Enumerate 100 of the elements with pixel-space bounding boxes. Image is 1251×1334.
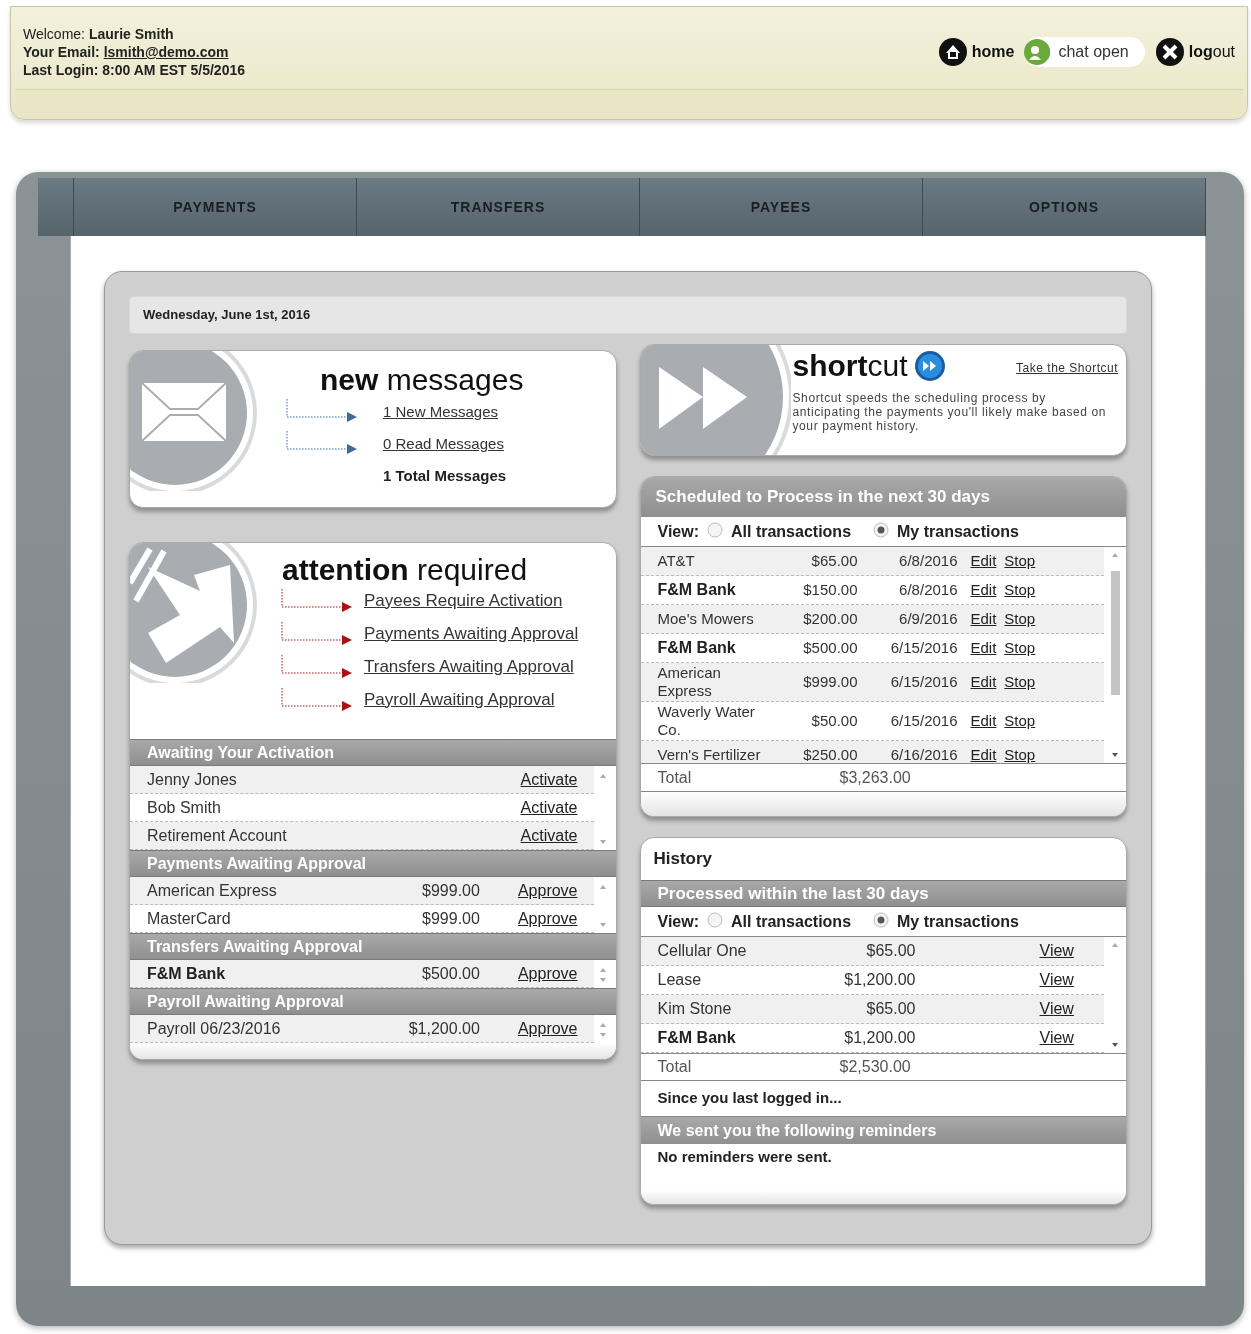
view-label: View: — [657, 912, 699, 932]
amount-text: $500.00 — [421, 963, 480, 984]
stop-link[interactable]: Stop — [1004, 709, 1036, 733]
action-link[interactable]: Activate — [520, 795, 578, 820]
message-link[interactable]: 1 New Messages — [383, 400, 499, 423]
date-text: 6/8/2016 — [898, 579, 958, 600]
payee-name: F&M Bank — [657, 1028, 737, 1048]
edit-link[interactable]: Edit — [970, 607, 997, 631]
payee-name: F&M Bank — [657, 639, 737, 657]
radio-option[interactable]: My transactions — [873, 910, 1019, 934]
total-label: Total — [657, 767, 693, 788]
payee-name: Cellular One — [657, 941, 748, 961]
payee-name: F&M Bank — [657, 581, 737, 599]
stop-link[interactable]: Stop — [1004, 670, 1036, 694]
close-icon — [1154, 37, 1185, 67]
edit-link[interactable]: Edit — [970, 549, 997, 573]
payee-name: Moe's Mowers — [657, 610, 755, 628]
action-link[interactable]: Approve — [517, 878, 578, 903]
section-header: Scheduled to Process in the next 30 days — [640, 477, 1126, 517]
amount-text: $999.00 — [421, 908, 480, 929]
radio-option[interactable]: All transactions — [707, 520, 852, 544]
stop-link[interactable]: Stop — [1004, 578, 1036, 602]
amount-text: $999.00 — [421, 880, 480, 901]
attention-link[interactable]: Transfers Awaiting Approval — [364, 653, 574, 679]
radio-selected-icon[interactable] — [873, 522, 890, 538]
action-link[interactable]: Approve — [517, 906, 578, 931]
total-messages-text: 1 Total Messages — [383, 466, 507, 486]
header-link[interactable]: home — [937, 37, 1015, 67]
section-header: Processed within the last 30 days — [640, 880, 1126, 907]
payee-name: F&M Bank — [147, 963, 227, 984]
welcome-text: Welcome: Laurie Smith — [23, 25, 175, 43]
payee-name: MasterCard — [147, 908, 232, 929]
radio-selected-icon[interactable] — [873, 912, 890, 928]
amount-text: $250.00 — [802, 744, 858, 763]
view-label: View: — [657, 522, 699, 542]
payee-name: Bob Smith — [147, 797, 222, 818]
date-text: 6/15/2016 — [889, 710, 958, 731]
date-text: 6/8/2016 — [898, 550, 958, 571]
stop-link[interactable]: Stop — [1004, 549, 1036, 573]
shortcut-description: Shortcut speeds the scheduling process by anticipating the payments you'll likely make based on your payment history. — [792, 391, 1108, 433]
view-link[interactable]: View — [1039, 939, 1074, 963]
action-link[interactable]: Activate — [520, 767, 578, 792]
message-link[interactable]: 0 Read Messages — [383, 432, 504, 455]
date-text: 6/16/2016 — [889, 744, 958, 763]
stop-link[interactable]: Stop — [1004, 743, 1036, 763]
amount-text: $65.00 — [865, 999, 916, 1019]
radio-icon[interactable] — [707, 522, 723, 538]
payee-name: Lease — [657, 970, 703, 990]
edit-link[interactable]: Edit — [970, 636, 997, 660]
payee-name: Retirement Account — [147, 825, 288, 846]
radio-icon[interactable] — [707, 912, 723, 928]
date-text: 6/15/2016 — [889, 637, 958, 658]
total-amount: $2,530.00 — [839, 1057, 911, 1077]
last-login-text: Last Login: 8:00 AM EST 5/5/2016 — [23, 61, 245, 79]
payee-name: American Express — [657, 664, 722, 700]
amount-text: $65.00 — [810, 550, 858, 571]
amount-text: $50.00 — [810, 710, 858, 731]
card-title: History — [652, 848, 714, 871]
stop-link[interactable]: Stop — [1004, 607, 1036, 631]
edit-link[interactable]: Edit — [970, 578, 997, 602]
section-header: Transfers Awaiting Approval — [130, 933, 616, 960]
edit-link[interactable]: Edit — [970, 670, 997, 694]
header-link[interactable]: chat open — [1024, 37, 1145, 67]
view-link[interactable]: View — [1039, 968, 1074, 992]
payee-name: Vern's Fertilizer — [657, 746, 762, 763]
section-header: Payments Awaiting Approval — [130, 850, 616, 877]
amount-text: $1,200.00 — [407, 1018, 480, 1039]
attention-link[interactable]: Payroll Awaiting Approval — [364, 686, 555, 712]
shortcut-link[interactable]: Take the Shortcut — [1016, 359, 1118, 377]
payee-name: Jenny Jones — [147, 769, 238, 790]
home-icon — [937, 37, 968, 67]
date-text: Wednesday, June 1st, 2016 — [129, 296, 1127, 334]
date-text: 6/9/2016 — [898, 608, 958, 629]
action-link[interactable]: Approve — [517, 1016, 578, 1041]
stop-link[interactable]: Stop — [1004, 636, 1036, 660]
edit-link[interactable]: Edit — [970, 709, 997, 733]
action-link[interactable]: Approve — [517, 961, 578, 986]
radio-option[interactable]: My transactions — [873, 520, 1019, 544]
amount-text: $500.00 — [802, 637, 858, 658]
header-link[interactable]: logout — [1154, 37, 1235, 67]
fast-forward-button-icon — [913, 350, 946, 382]
payee-name: Kim Stone — [657, 999, 733, 1019]
attention-link[interactable]: Payees Require Activation — [364, 587, 563, 613]
section-header: Payroll Awaiting Approval — [130, 988, 616, 1015]
email-text: Your Email: lsmith@demo.com — [23, 43, 230, 61]
amount-text: $65.00 — [865, 941, 916, 961]
radio-option[interactable]: All transactions — [707, 910, 852, 934]
reminders-message: No reminders were sent. — [656, 1146, 833, 1167]
card-title: shortcut — [792, 349, 908, 383]
section-header: Awaiting Your Activation — [130, 739, 616, 766]
edit-link[interactable]: Edit — [970, 743, 997, 763]
card-title: new messages — [320, 362, 524, 398]
view-link[interactable]: View — [1039, 997, 1074, 1021]
amount-text: $200.00 — [802, 608, 858, 629]
payee-name: Waverly Water Co. — [657, 703, 756, 739]
section-header: We sent you the following reminders — [640, 1117, 1126, 1144]
action-link[interactable]: Activate — [520, 823, 578, 848]
email-link[interactable]: lsmith@demo.com — [103, 44, 229, 60]
attention-link[interactable]: Payments Awaiting Approval — [364, 620, 579, 646]
view-link[interactable]: View — [1039, 1026, 1074, 1050]
